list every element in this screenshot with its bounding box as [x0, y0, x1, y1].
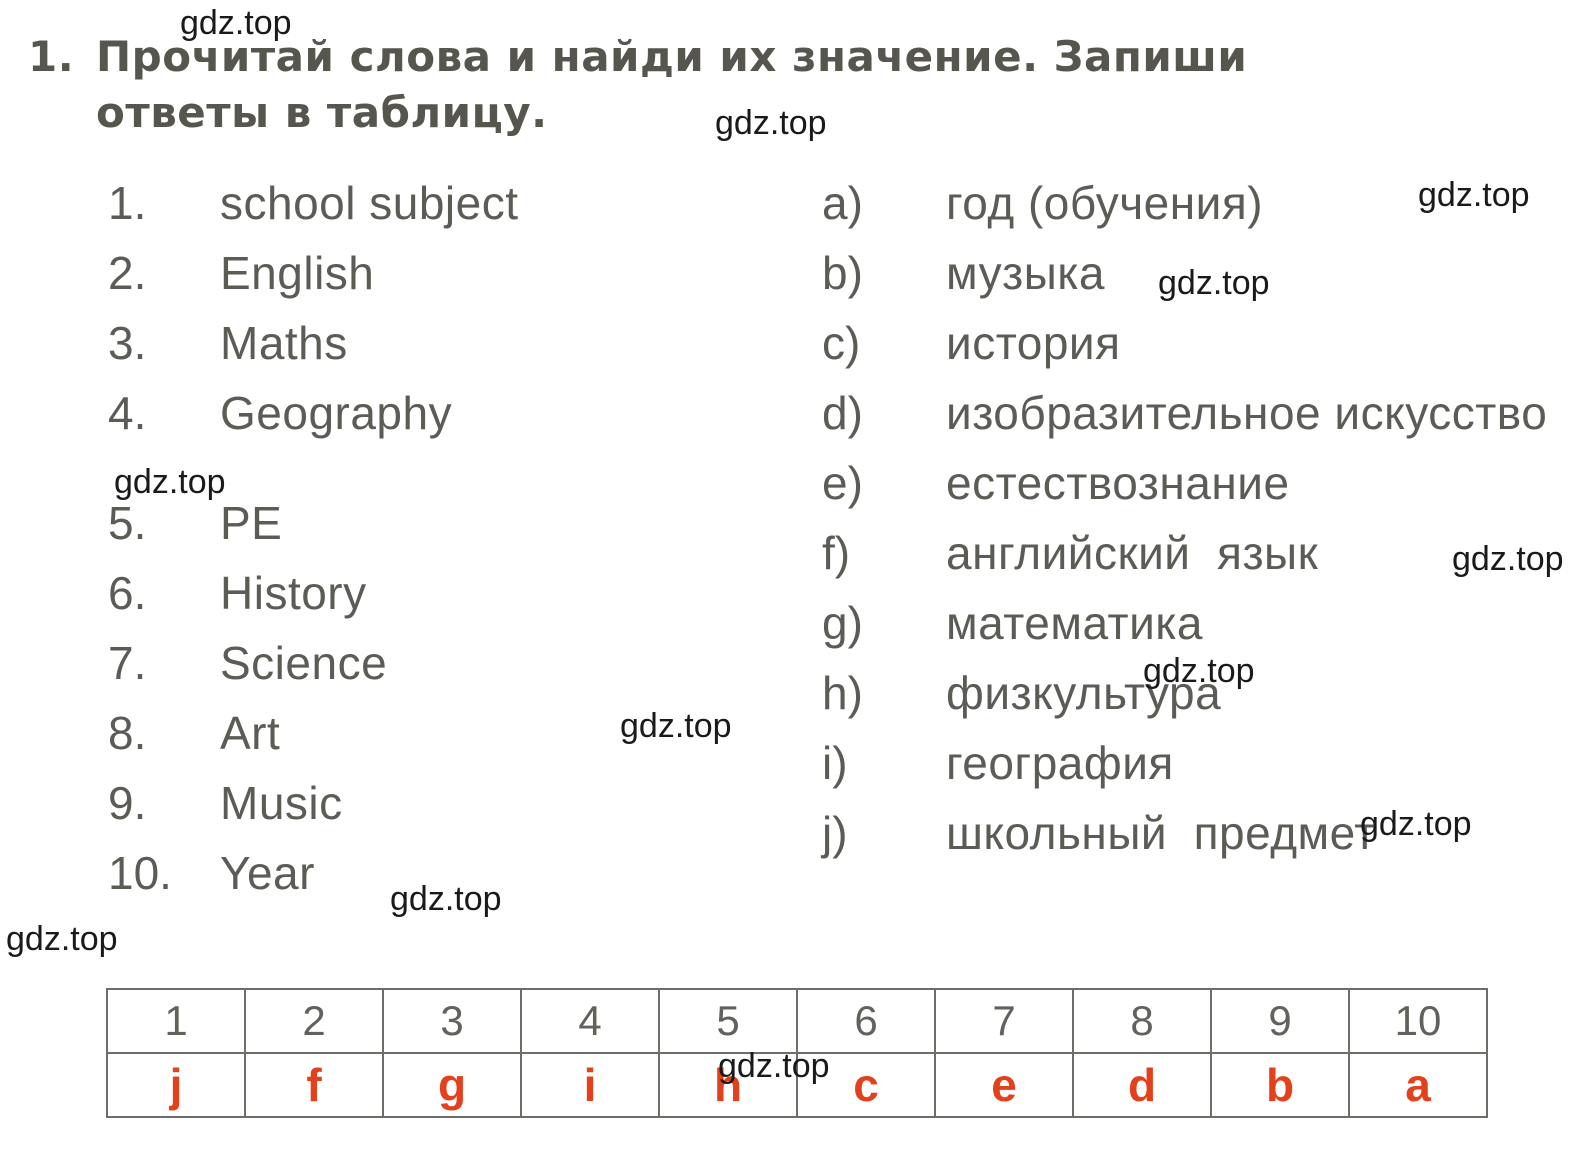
list-item: e) естествознание [822, 448, 1562, 518]
list-item: h) физкультура [822, 658, 1562, 728]
item-label: английский язык [946, 527, 1319, 579]
item-label: физкультура [946, 667, 1222, 719]
list-item: c) история [822, 308, 1562, 378]
task-heading: 1. Прочитай слова и найди их значение. За… [28, 30, 1528, 140]
answer-cell[interactable]: d [1072, 1052, 1212, 1118]
answer-cell[interactable]: f [244, 1052, 384, 1118]
english-words-column: 1. school subject 2. English 3. Maths 4.… [108, 168, 798, 908]
table-header-cell: 7 [934, 988, 1074, 1054]
table-header-cell: 9 [1210, 988, 1350, 1054]
item-marker: 1. [108, 177, 147, 229]
item-label: Geography [220, 387, 453, 439]
item-marker: 4. [108, 387, 147, 439]
table-header-cell: 8 [1072, 988, 1212, 1054]
table-header-cell: 6 [796, 988, 936, 1054]
item-label: Art [220, 707, 281, 759]
item-label: PE [220, 497, 283, 549]
item-label: музыка [946, 247, 1106, 299]
item-marker: 6. [108, 567, 147, 619]
item-marker: g) [822, 597, 863, 649]
list-item: g) математика [822, 588, 1562, 658]
item-label: год (обучения) [946, 177, 1264, 229]
table-header-cell: 3 [382, 988, 522, 1054]
list-item: 9. Music [108, 768, 798, 838]
answer-table: 1 2 3 4 5 6 7 8 9 10 j f g i h c e d b a [106, 988, 1488, 1118]
list-item: 1. school subject [108, 168, 798, 238]
task-heading-line-2: ответы в таблицу. [96, 88, 548, 137]
column-spacer [108, 448, 798, 488]
item-marker: 7. [108, 637, 147, 689]
item-marker: 2. [108, 247, 147, 299]
item-label: изобразительное искусство [946, 387, 1548, 439]
answer-cell[interactable]: b [1210, 1052, 1350, 1118]
list-item: a) год (обучения) [822, 168, 1562, 238]
list-item: j) школьный предмет [822, 798, 1562, 868]
answer-cell[interactable]: i [520, 1052, 660, 1118]
item-marker: b) [822, 247, 863, 299]
item-marker: a) [822, 177, 863, 229]
item-label: Year [220, 847, 315, 899]
answer-cell[interactable]: j [106, 1052, 246, 1118]
item-label: естествознание [946, 457, 1290, 509]
task-number: 1. [28, 32, 75, 81]
item-marker: f) [822, 527, 851, 579]
list-item: 8. Art [108, 698, 798, 768]
table-row-answers: j f g i h c e d b a [106, 1052, 1488, 1118]
table-header-cell: 10 [1348, 988, 1488, 1054]
item-marker: j) [822, 807, 848, 859]
list-item: 4. Geography [108, 378, 798, 448]
list-item: 3. Maths [108, 308, 798, 378]
list-item: 2. English [108, 238, 798, 308]
list-item: 6. History [108, 558, 798, 628]
answer-cell[interactable]: e [934, 1052, 1074, 1118]
table-header-cell: 4 [520, 988, 660, 1054]
list-item: 5. PE [108, 488, 798, 558]
task-heading-line-1: Прочитай слова и найди их значение. Запи… [96, 32, 1248, 81]
item-marker: 3. [108, 317, 147, 369]
list-item: f) английский язык [822, 518, 1562, 588]
item-label: история [946, 317, 1121, 369]
russian-meanings-column: a) год (обучения) b) музыка c) история d… [822, 168, 1562, 868]
item-marker: e) [822, 457, 863, 509]
list-item: i) география [822, 728, 1562, 798]
answer-cell[interactable]: g [382, 1052, 522, 1118]
item-marker: 9. [108, 777, 147, 829]
item-label: History [220, 567, 367, 619]
answer-cell[interactable]: c [796, 1052, 936, 1118]
item-marker: h) [822, 667, 863, 719]
list-item: 7. Science [108, 628, 798, 698]
item-label: математика [946, 597, 1204, 649]
list-item: 10. Year [108, 838, 798, 908]
answer-cell[interactable]: a [1348, 1052, 1488, 1118]
item-marker: 10. [108, 847, 172, 899]
item-label: school subject [220, 177, 519, 229]
item-label: Maths [220, 317, 348, 369]
item-marker: 8. [108, 707, 147, 759]
item-label: English [220, 247, 375, 299]
item-label: Music [220, 777, 343, 829]
table-header-cell: 5 [658, 988, 798, 1054]
list-item: d) изобразительное искусство [822, 378, 1562, 448]
item-label: школьный предмет [946, 807, 1376, 859]
answer-cell[interactable]: h [658, 1052, 798, 1118]
item-marker: 5. [108, 497, 147, 549]
item-marker: c) [822, 317, 861, 369]
table-header-cell: 1 [106, 988, 246, 1054]
item-label: Science [220, 637, 388, 689]
item-marker: i) [822, 737, 848, 789]
table-header-cell: 2 [244, 988, 384, 1054]
list-item: b) музыка [822, 238, 1562, 308]
item-marker: d) [822, 387, 863, 439]
item-label: география [946, 737, 1174, 789]
table-row-headers: 1 2 3 4 5 6 7 8 9 10 [106, 988, 1488, 1054]
matching-exercise: 1. school subject 2. English 3. Maths 4.… [0, 168, 1576, 958]
